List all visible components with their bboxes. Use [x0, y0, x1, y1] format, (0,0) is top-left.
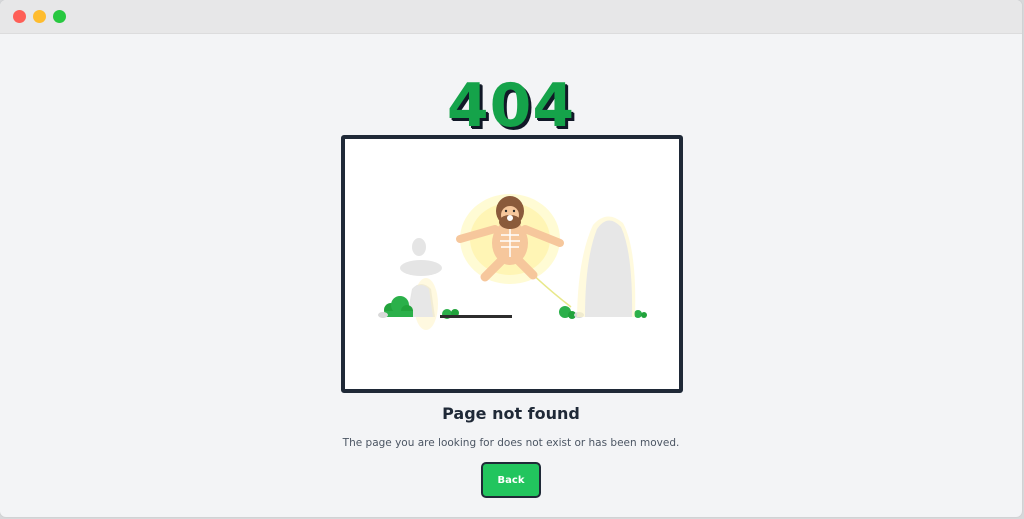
- back-button[interactable]: Back: [481, 462, 541, 498]
- illustration-frame: [341, 135, 683, 393]
- tall-rock: [577, 216, 636, 317]
- page-title: Page not found: [442, 404, 580, 423]
- ground-log: [440, 315, 512, 318]
- close-window-button[interactable]: [13, 10, 26, 23]
- maximize-window-button[interactable]: [53, 10, 66, 23]
- caveman: [456, 194, 564, 284]
- caveman-illustration: [378, 194, 647, 330]
- window-titlebar: [0, 0, 1022, 34]
- browser-window: 404 Page not found The page you are look…: [0, 0, 1022, 517]
- error-code: 404: [446, 71, 576, 141]
- bush-left: [378, 296, 413, 318]
- minimize-window-button[interactable]: [33, 10, 46, 23]
- error-message: The page you are looking for does not ex…: [342, 437, 680, 449]
